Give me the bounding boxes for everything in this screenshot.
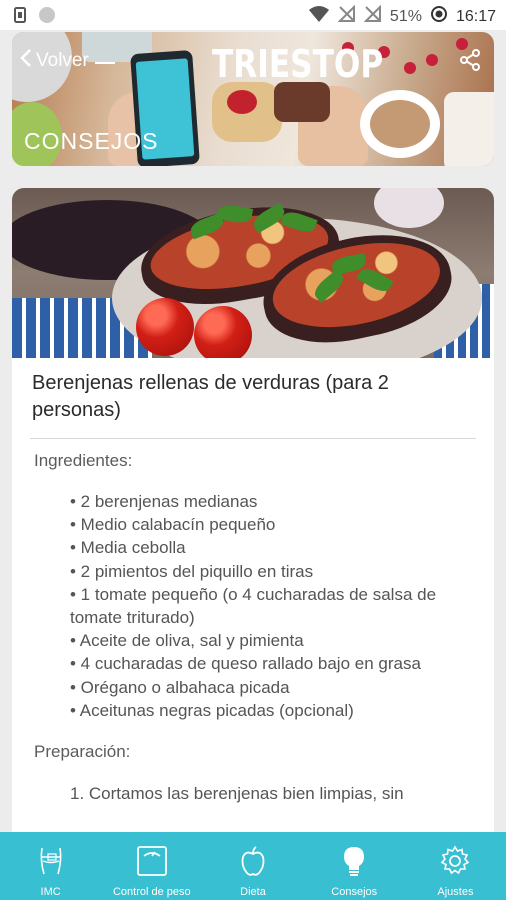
no-signal-icon — [337, 4, 356, 28]
list-item: • Aceitunas negras picadas (opcional) — [70, 700, 354, 720]
list-item: • 2 berenjenas medianas — [70, 492, 258, 511]
list-item: • Media cebolla — [70, 538, 186, 558]
list-item: • Medio calabacín pequeño — [70, 515, 276, 535]
clock: 16:17 — [455, 7, 496, 25]
lightbulb-icon — [337, 844, 371, 883]
apple-icon — [236, 844, 270, 883]
recipe-card: Berenjenas rellenas de verduras (para 2 … — [12, 188, 494, 868]
no-signal-2-icon — [363, 4, 382, 28]
recipe-title: Berenjenas rellenas de verduras (para 2 … — [32, 372, 389, 421]
coffee-cup-decoration — [360, 90, 440, 158]
nav-item-imc[interactable]: IMC — [0, 832, 101, 900]
nav-item-consejos[interactable]: Consejos — [304, 832, 405, 900]
list-item: • Orégano o albahaca picada — [70, 677, 290, 697]
share-icon[interactable] — [458, 48, 482, 77]
list-item: • 4 cucharadas de queso rallado bajo en … — [70, 654, 421, 674]
status-bar: 51% 16:17 — [0, 0, 506, 30]
list-item: • 1 tomate pequeño (o 4 cucharadas de sa… — [70, 584, 437, 628]
nav-label-dieta: Dieta — [240, 886, 266, 898]
battery-percent: 51% — [389, 7, 422, 25]
chevron-left-icon — [20, 48, 32, 74]
nav-label-control-de-peso: Control de peso — [112, 886, 191, 898]
back-button[interactable]: Volver — [20, 48, 115, 74]
gear-icon — [438, 844, 472, 883]
nav-item-control-de-peso[interactable]: Control de peso — [101, 832, 202, 900]
wifi-icon — [308, 5, 330, 28]
back-button-label: Volver — [36, 50, 115, 71]
nav-item-dieta[interactable]: Dieta — [202, 832, 303, 900]
recipe-image — [12, 188, 494, 358]
sim-card-icon — [14, 7, 26, 28]
notification-dot-icon — [38, 6, 56, 29]
ingredients-list: • 2 berenjenas medianas • Medio calabací… — [12, 471, 494, 722]
body-measure-icon — [34, 844, 68, 883]
bottom-nav: IMC Control de peso Dieta Consejos Ajust… — [0, 832, 506, 900]
list-item: • 2 pimientos del piquillo en tiras — [70, 561, 314, 581]
brand-logo: TRIESTOP — [212, 42, 384, 86]
preparation-heading: Preparación: — [34, 742, 131, 762]
toast-decoration — [274, 82, 330, 122]
scale-icon — [135, 844, 169, 883]
nav-label-imc: IMC — [40, 886, 61, 898]
nav-label-consejos: Consejos — [331, 886, 378, 898]
napkin-decoration — [444, 92, 494, 166]
header-banner: Volver TRIESTOP CONSEJOS — [12, 32, 494, 166]
battery-saver-icon — [430, 5, 448, 28]
nav-label-ajustes: Ajustes — [437, 886, 474, 898]
preparation-step: 1. Cortamos las berenjenas bien limpias,… — [70, 784, 404, 804]
section-title: CONSEJOS — [24, 128, 159, 154]
list-item: • Aceite de oliva, sal y pimienta — [70, 631, 304, 651]
nav-item-ajustes[interactable]: Ajustes — [405, 832, 506, 900]
jam-decoration — [227, 90, 257, 114]
ingredients-heading: Ingredientes: — [34, 451, 133, 470]
